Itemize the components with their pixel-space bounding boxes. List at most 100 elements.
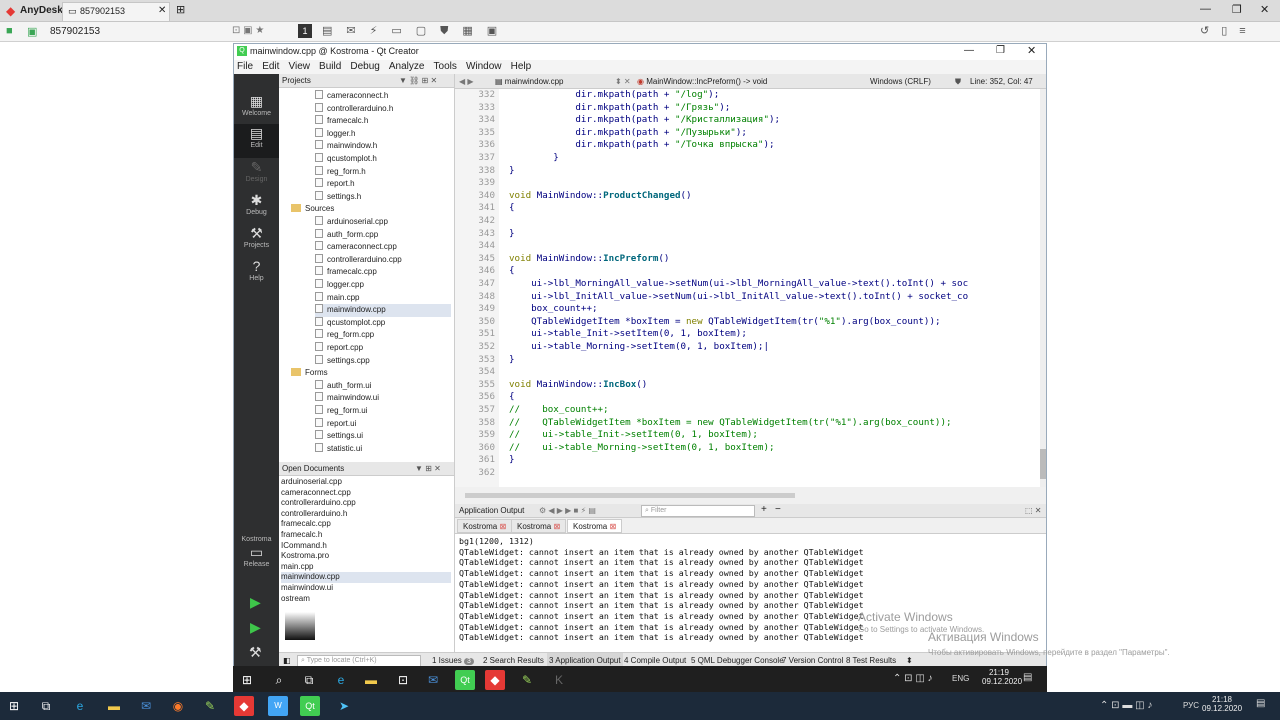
output-tab-kostroma-2[interactable]: Kostroma ⊠: [511, 519, 567, 533]
menu-tools[interactable]: Tools: [434, 60, 457, 74]
editor-task-icon[interactable]: ✎: [517, 670, 537, 690]
open-doc-item[interactable]: controllerarduino.h: [281, 509, 451, 520]
tree-file[interactable]: settings.ui: [315, 430, 451, 443]
tree-file[interactable]: framecalc.h: [315, 115, 451, 128]
code-line[interactable]: dir.mkpath(path + "/Пузырьки");: [509, 127, 747, 140]
code-line[interactable]: void MainWindow::ProductChanged(): [509, 190, 692, 203]
encoding-combo[interactable]: Windows (CRLF): [870, 74, 931, 89]
new-tab-icon[interactable]: ⊞: [176, 3, 185, 16]
tree-file[interactable]: report.ui: [315, 417, 451, 431]
symbol-combo[interactable]: ◉ MainWindow::IncPreform() -> void: [637, 74, 767, 89]
mode-welcome[interactable]: ▦ Welcome: [234, 92, 279, 126]
qt-task-icon[interactable]: Qt: [300, 696, 320, 716]
close-tab-icon[interactable]: ✕: [158, 5, 166, 16]
tree-file[interactable]: mainwindow.cpp: [315, 304, 451, 317]
anydesk-session-tab[interactable]: ▭ 857902153 ✕: [62, 2, 170, 21]
code-line[interactable]: }: [509, 228, 515, 241]
pane-controls-icons[interactable]: ▼ ⛓ ⊞ ✕: [399, 74, 437, 88]
tree-file[interactable]: logger.h: [315, 127, 451, 141]
mode-design[interactable]: ✎ Design: [234, 158, 279, 192]
menu-debug[interactable]: Debug: [350, 60, 379, 74]
app-task-icon[interactable]: K: [549, 670, 569, 690]
close-tab-icon[interactable]: ⊠: [553, 522, 560, 531]
guest-clock[interactable]: 21:19 09.12.2020: [982, 668, 1022, 686]
toolbar-icons-left[interactable]: ⊡ ▣ ★: [232, 25, 264, 36]
menu-view[interactable]: View: [288, 60, 310, 74]
menu-edit[interactable]: Edit: [262, 60, 279, 74]
tree-file[interactable]: cameraconnect.cpp: [315, 241, 451, 254]
code-line[interactable]: dir.mkpath(path + "/Грязь");: [509, 102, 730, 115]
tree-file[interactable]: report.cpp: [315, 342, 451, 355]
open-doc-item[interactable]: cameraconnect.cpp: [281, 488, 451, 499]
code-line[interactable]: // ui->table_Init->setItem(0, 1, boxItem…: [509, 429, 758, 442]
open-doc-item[interactable]: ostream: [281, 594, 451, 605]
run-icon[interactable]: ▶: [250, 594, 261, 611]
tree-file[interactable]: cameraconnect.h: [315, 90, 451, 103]
tree-file[interactable]: auth_form.ui: [315, 379, 451, 393]
open-docs-label[interactable]: Open Documents: [282, 464, 344, 473]
open-doc-item[interactable]: controllerarduino.cpp: [281, 498, 451, 509]
code-line[interactable]: {: [509, 202, 515, 215]
menu-file[interactable]: File: [237, 60, 253, 74]
guest-tray-icons[interactable]: ⌃ ⊡ ◫ ♪: [893, 673, 933, 684]
tree-file[interactable]: main.cpp: [315, 291, 451, 305]
nav-arrows-icon[interactable]: ◀ ▶: [459, 74, 474, 89]
hscroll-thumb[interactable]: [465, 493, 795, 498]
tree-file[interactable]: framecalc.cpp: [315, 266, 451, 279]
qt-maximize-icon[interactable]: ❐: [996, 45, 1005, 56]
maximize-icon[interactable]: ❐: [1232, 3, 1242, 16]
menu-build[interactable]: Build: [319, 60, 341, 74]
tree-file[interactable]: arduinoserial.cpp: [315, 216, 451, 229]
code-line[interactable]: dir.mkpath(path + "/Точка впрыска");: [509, 139, 774, 152]
word-task-icon[interactable]: W: [268, 696, 288, 716]
mail-icon[interactable]: ✉: [423, 670, 443, 690]
output-filter-input[interactable]: ⌕ Filter: [641, 505, 755, 517]
tree-file[interactable]: reg_form.ui: [315, 405, 451, 418]
open-doc-item[interactable]: main.cpp: [281, 562, 451, 573]
code-line[interactable]: // QTableWidgetItem *boxItem = new QTabl…: [509, 417, 952, 430]
tree-file[interactable]: qcustomplot.cpp: [315, 316, 451, 330]
host-notifications-icon[interactable]: ▤: [1256, 698, 1265, 709]
task-view-icon[interactable]: ⧉: [36, 696, 56, 716]
output-pane-controls[interactable]: ⬚ ✕: [1025, 504, 1041, 518]
close-tab-icon[interactable]: ⊠: [499, 522, 506, 531]
close-tab-icon[interactable]: ⊠: [609, 522, 616, 531]
code-line[interactable]: ui->table_Morning->setItem(0, 1, boxItem…: [509, 341, 769, 354]
display-1-icon[interactable]: 1: [298, 24, 312, 38]
tree-file[interactable]: auth_form.cpp: [315, 228, 451, 242]
task-view-icon[interactable]: ⧉: [299, 670, 319, 690]
code-line[interactable]: dir.mkpath(path + "/Кристаллизация");: [509, 114, 780, 127]
menu-window[interactable]: Window: [466, 60, 502, 74]
code-line[interactable]: {: [509, 391, 515, 404]
editor-file-combo[interactable]: ▤ mainwindow.cpp: [495, 74, 563, 89]
tree-file[interactable]: settings.h: [315, 190, 451, 204]
output-controls-icons[interactable]: ⚙ ◀ ▶ ▶ ■ ⚡ ▤: [539, 504, 596, 518]
code-line[interactable]: }: [509, 454, 515, 467]
pane-controls-icons[interactable]: ▼ ⊞ ✕: [415, 462, 441, 476]
open-doc-item[interactable]: ICommand.h: [281, 541, 451, 552]
tree-file[interactable]: mainwindow.ui: [315, 392, 451, 405]
guest-language[interactable]: ENG: [952, 674, 969, 683]
code-line[interactable]: dir.mkpath(path + "/log");: [509, 89, 719, 102]
host-tray-icons[interactable]: ⌃ ⊡ ▬ ◫ ♪: [1100, 700, 1152, 711]
tree-folder[interactable]: Sources: [291, 203, 451, 216]
anydesk-task-icon[interactable]: ◆: [485, 670, 505, 690]
output-tab-kostroma-1[interactable]: Kostroma ⊠: [457, 519, 513, 533]
open-doc-item[interactable]: arduinoserial.cpp: [281, 477, 451, 488]
code-line[interactable]: }: [509, 165, 515, 178]
code-line[interactable]: }: [509, 152, 559, 165]
tree-file[interactable]: reg_form.h: [315, 165, 451, 179]
zoom-in-icon[interactable]: +: [761, 503, 767, 517]
open-doc-item[interactable]: framecalc.cpp: [281, 519, 451, 530]
code-line[interactable]: {: [509, 265, 515, 278]
menu-analyze[interactable]: Analyze: [389, 60, 425, 74]
code-line[interactable]: ui->table_Init->setItem(0, 1, boxItem);: [509, 328, 747, 341]
cursor-position[interactable]: Line: 352, Col: 47: [970, 74, 1033, 89]
debug-run-icon[interactable]: ▶: [250, 619, 261, 636]
open-doc-item[interactable]: mainwindow.ui: [281, 583, 451, 594]
tree-folder[interactable]: Forms: [291, 367, 451, 380]
telegram-icon[interactable]: ➤: [334, 696, 354, 716]
tree-file[interactable]: controllerarduino.cpp: [315, 253, 451, 267]
mode-edit[interactable]: ▤ Edit: [234, 124, 279, 158]
code-line[interactable]: void MainWindow::IncPreform(): [509, 253, 669, 266]
